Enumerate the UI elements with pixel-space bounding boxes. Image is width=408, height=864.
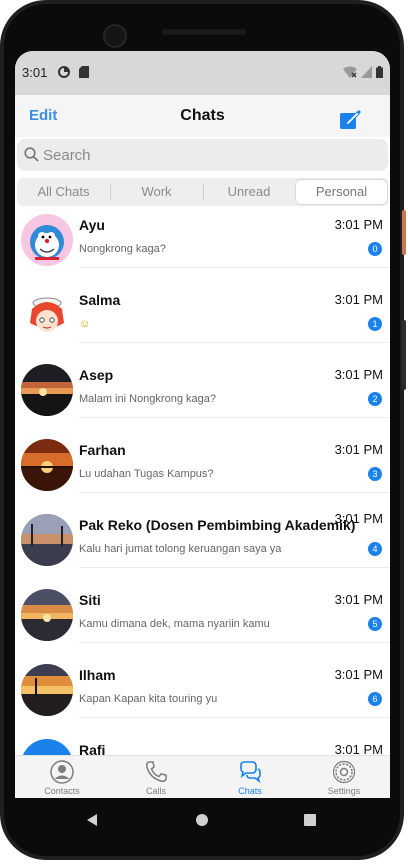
chat-row-pak-reko[interactable]: Pak Reko (Dosen Pembimbing Akademik) 3:0… <box>15 509 390 584</box>
status-time: 3:01 <box>22 65 48 80</box>
system-navigation-bar <box>15 798 390 842</box>
avatar <box>21 664 73 716</box>
chat-name: Pak Reko (Dosen Pembimbing Akademik) <box>79 517 356 533</box>
search-icon <box>24 147 39 162</box>
page-title: Chats <box>180 107 225 124</box>
row-divider <box>79 417 390 418</box>
tab-label: Settings <box>327 786 361 796</box>
segment-unread[interactable]: Unread <box>203 178 295 206</box>
compose-icon[interactable] <box>339 109 361 131</box>
tab-chats[interactable]: Chats <box>203 756 297 798</box>
avatar <box>21 214 73 266</box>
tab-label: Calls <box>145 786 166 796</box>
chat-time: 3:01 PM <box>334 667 383 682</box>
unread-badge: 3 <box>368 467 382 481</box>
row-divider <box>79 717 390 718</box>
avatar <box>21 289 73 341</box>
chat-row-farhan[interactable]: Farhan 3:01 PM Lu udahan Tugas Kampus? 3 <box>15 434 390 509</box>
chat-row-rafi[interactable]: Rafi 3:01 PM <box>15 734 390 755</box>
unread-badge: 4 <box>368 542 382 556</box>
chat-name: Rafi <box>79 742 106 755</box>
back-icon[interactable] <box>85 813 99 827</box>
person-icon <box>50 760 74 784</box>
tab-label: Contacts <box>44 786 80 796</box>
home-icon[interactable] <box>195 813 209 827</box>
chat-preview: Lu udahan Tugas Kampus? <box>79 468 214 480</box>
unread-badge: 2 <box>368 392 382 406</box>
row-divider <box>79 492 390 493</box>
chat-time: 3:01 PM <box>334 217 383 232</box>
avatar <box>21 364 73 416</box>
chat-row-siti[interactable]: Siti 3:01 PM Kamu dimana dek, mama nyari… <box>15 584 390 659</box>
chat-time: 3:01 PM <box>334 511 383 526</box>
earpiece-speaker <box>162 29 246 35</box>
chat-preview: ☺ <box>79 318 91 330</box>
tab-label: Chats <box>238 786 262 796</box>
avatar <box>21 439 73 491</box>
recents-icon[interactable] <box>303 813 317 827</box>
chat-preview: Nongkrong kaga? <box>79 243 166 255</box>
wifi-icon <box>343 66 357 78</box>
segment-all-chats[interactable]: All Chats <box>17 178 110 206</box>
chat-row-salma[interactable]: Salma 3:01 PM ☺ 1 <box>15 284 390 359</box>
phone-icon <box>146 761 167 782</box>
power-button <box>402 210 406 255</box>
front-camera <box>103 24 127 48</box>
row-divider <box>79 642 390 643</box>
chat-preview: Kamu dimana dek, mama nyariin kamu <box>79 618 270 630</box>
unread-badge: 1 <box>368 317 382 331</box>
chat-list: Ayu 3:01 PM Nongkrong kaga? 0 Salma 3:01… <box>15 209 390 755</box>
status-bar: 3:01 <box>15 51 390 95</box>
chat-row-asep[interactable]: Asep 3:01 PM Malam ini Nongkrong kaga? 2 <box>15 359 390 434</box>
chat-name: Farhan <box>79 442 126 458</box>
avatar <box>21 589 73 641</box>
chat-bubbles-icon <box>240 761 261 784</box>
chat-row-ayu[interactable]: Ayu 3:01 PM Nongkrong kaga? 0 <box>15 209 390 284</box>
app-screen: 3:01 Edit Chats Search All Chats Work Un… <box>15 51 390 798</box>
chat-preview: Kapan Kapan kita touring yu <box>79 693 218 705</box>
tab-calls[interactable]: Calls <box>109 756 203 798</box>
chat-time: 3:01 PM <box>334 742 383 755</box>
tab-contacts[interactable]: Contacts <box>15 756 109 798</box>
avatar <box>21 514 73 566</box>
chat-filter-segmented-control: All Chats Work Unread Personal <box>17 178 388 206</box>
chat-time: 3:01 PM <box>334 292 383 307</box>
navigation-bar: Edit Chats <box>15 95 390 137</box>
volume-button <box>402 320 406 390</box>
gear-icon <box>332 760 356 784</box>
cell-signal-icon <box>361 66 372 78</box>
chat-name: Ayu <box>79 217 105 233</box>
tab-bar: Contacts Calls Chats Settings <box>15 755 390 798</box>
avatar <box>21 739 73 755</box>
segment-work[interactable]: Work <box>110 178 203 206</box>
chat-name: Salma <box>79 292 121 308</box>
data-saver-icon <box>58 66 70 78</box>
row-divider <box>79 267 390 268</box>
tab-settings[interactable]: Settings <box>297 756 390 798</box>
chat-preview: Malam ini Nongkrong kaga? <box>79 393 216 405</box>
battery-icon <box>376 66 383 78</box>
chat-preview: Kalu hari jumat tolong keruangan saya ya <box>79 543 282 555</box>
chat-row-ilham[interactable]: Ilham 3:01 PM Kapan Kapan kita touring y… <box>15 659 390 734</box>
row-divider <box>79 567 390 568</box>
chat-name: Siti <box>79 592 101 608</box>
search-input[interactable]: Search <box>43 147 91 164</box>
unread-badge: 5 <box>368 617 382 631</box>
unread-badge: 0 <box>368 242 382 256</box>
sd-card-icon <box>79 66 89 78</box>
chat-name: Ilham <box>79 667 116 683</box>
segment-personal[interactable]: Personal <box>296 180 387 204</box>
row-divider <box>79 342 390 343</box>
chat-name: Asep <box>79 367 114 383</box>
search-bar[interactable]: Search <box>17 139 388 171</box>
chat-time: 3:01 PM <box>334 367 383 382</box>
chat-time: 3:01 PM <box>334 592 383 607</box>
chat-time: 3:01 PM <box>334 442 383 457</box>
unread-badge: 6 <box>368 692 382 706</box>
